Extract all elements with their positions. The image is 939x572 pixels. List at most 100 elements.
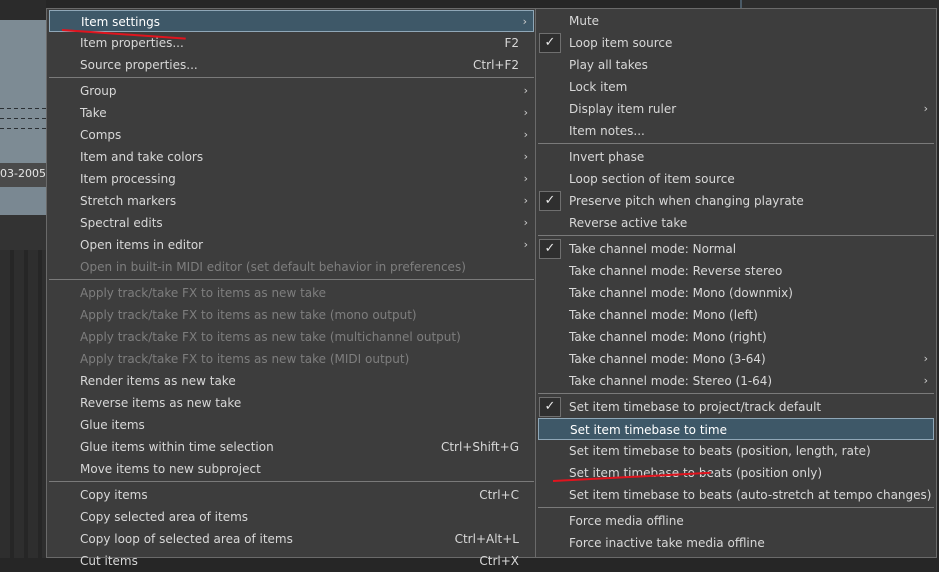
menu-item-take-channel-mode-mono-right[interactable]: Take channel mode: Mono (right)	[538, 326, 934, 348]
chevron-right-icon: ›	[523, 238, 528, 251]
menu-item-item-processing[interactable]: Item processing ›	[49, 168, 534, 190]
menu-item-label: Set item timebase to beats (position, le…	[569, 444, 871, 458]
menu-item-take-channel-mode-stereo-1-64[interactable]: Take channel mode: Stereo (1-64) ›	[538, 370, 934, 392]
menu-item-label: Glue items within time selection	[80, 440, 274, 454]
menu-item-reverse-active-take[interactable]: Reverse active take	[538, 212, 934, 234]
menu-item-label: Take channel mode: Normal	[569, 242, 737, 256]
menu-item-cut-items[interactable]: Cut items Ctrl+X	[49, 550, 534, 572]
checkmark-icon: ✓	[539, 33, 561, 53]
menu-item-label: Set item timebase to beats (auto-stretch…	[569, 488, 932, 502]
menu-item-stretch-markers[interactable]: Stretch markers ›	[49, 190, 534, 212]
menu-item-set-item-timebase-to-project-track-default[interactable]: ✓ Set item timebase to project/track defa…	[538, 396, 934, 418]
menu-item-copy-items[interactable]: Copy items Ctrl+C	[49, 484, 534, 506]
menu-item-item-settings[interactable]: Item settings ›	[49, 10, 534, 32]
menu-item-label: Group	[80, 84, 117, 98]
chevron-right-icon: ›	[523, 216, 528, 229]
menu-item-loop-item-source[interactable]: ✓ Loop item source	[538, 32, 934, 54]
track-lane	[0, 215, 46, 250]
menu-item-loop-section-of-item-source[interactable]: Loop section of item source	[538, 168, 934, 190]
menu-item-open-items-in-editor[interactable]: Open items in editor ›	[49, 234, 534, 256]
menu-item-render-items-as-new-take[interactable]: Render items as new take	[49, 370, 534, 392]
menu-item-label: Open in built-in MIDI editor (set defaul…	[80, 260, 466, 274]
menu-item-label: Item settings	[81, 15, 160, 29]
menu-item-take-channel-mode-reverse-stereo[interactable]: Take channel mode: Reverse stereo	[538, 260, 934, 282]
menu-item-label: Preserve pitch when changing playrate	[569, 194, 804, 208]
menu-item-label: Set item timebase to project/track defau…	[569, 400, 822, 414]
menu-item-label: Apply track/take FX to items as new take	[80, 286, 327, 300]
menu-item-label: Glue items	[80, 418, 145, 432]
menu-item-invert-phase[interactable]: Invert phase	[538, 146, 934, 168]
menu-item-set-item-timebase-to-beats-position-length-rate[interactable]: Set item timebase to beats (position, le…	[538, 440, 934, 462]
menu-item-label: Mute	[569, 14, 600, 28]
menu-item-display-item-ruler[interactable]: Display item ruler ›	[538, 98, 934, 120]
menu-item-label: Take channel mode: Mono (3-64)	[569, 352, 766, 366]
menu-item-label: Item processing	[80, 172, 176, 186]
menu-item-label: Take channel mode: Mono (downmix)	[569, 286, 793, 300]
chevron-right-icon: ›	[523, 84, 528, 97]
menu-item-take-channel-mode-normal[interactable]: ✓ Take channel mode: Normal	[538, 238, 934, 260]
menu-item-take-channel-mode-mono-downmix[interactable]: Take channel mode: Mono (downmix)	[538, 282, 934, 304]
menu-item-lock-item[interactable]: Lock item	[538, 76, 934, 98]
menu-item-force-media-offline[interactable]: Force media offline	[538, 510, 934, 532]
menu-item-take[interactable]: Take ›	[49, 102, 534, 124]
menu-separator	[49, 77, 534, 78]
menu-item-play-all-takes[interactable]: Play all takes	[538, 54, 934, 76]
menu-item-copy-loop-of-selected-area-of-items[interactable]: Copy loop of selected area of items Ctrl+…	[49, 528, 534, 550]
menu-item-shortcut: F2	[504, 36, 519, 50]
menu-item-preserve-pitch-when-changing-playrate[interactable]: ✓ Preserve pitch when changing playrate	[538, 190, 934, 212]
checkmark-icon: ✓	[539, 397, 561, 417]
menu-item-set-item-timebase-to-beats-auto-stretch-at-tempo-changes[interactable]: Set item timebase to beats (auto-stretch…	[538, 484, 934, 506]
menu-item-glue-items-within-time-selection[interactable]: Glue items within time selection Ctrl+Shi…	[49, 436, 534, 458]
menu-item-label: Copy loop of selected area of items	[80, 532, 293, 546]
menu-item-label: Force media offline	[569, 514, 684, 528]
menu-item-item-notes[interactable]: Item notes...	[538, 120, 934, 142]
chevron-right-icon: ›	[522, 15, 527, 28]
menu-item-label: Take channel mode: Reverse stereo	[569, 264, 783, 278]
chevron-right-icon: ›	[523, 194, 528, 207]
checkmark-icon: ✓	[539, 191, 561, 211]
chevron-right-icon: ›	[523, 172, 528, 185]
item-context-menu: Item settings › Item properties... F2 Source…	[46, 8, 537, 568]
menu-item-force-inactive-take-media-offline[interactable]: Force inactive take media offline	[538, 532, 934, 554]
menu-item-label: Move items to new subproject	[80, 462, 261, 476]
arrange-view-background: 03-20050	[0, 0, 46, 558]
menu-item-reverse-items-as-new-take[interactable]: Reverse items as new take	[49, 392, 534, 414]
track-lane-empty	[0, 250, 46, 558]
menu-item-shortcut: Ctrl+Shift+G	[440, 440, 519, 454]
menu-item-take-channel-mode-mono-left[interactable]: Take channel mode: Mono (left)	[538, 304, 934, 326]
menu-item-label: Stretch markers	[80, 194, 177, 208]
menu-item-set-item-timebase-to-time[interactable]: Set item timebase to time	[538, 418, 934, 440]
menu-item-shortcut: Ctrl+C	[479, 488, 519, 502]
menu-item-apply-track-take-fx-to-items-as-new-take-mono-output: Apply track/take FX to items as new take…	[49, 304, 534, 326]
menu-item-label: Display item ruler	[569, 102, 677, 116]
menu-item-label: Apply track/take FX to items as new take…	[80, 352, 410, 366]
menu-item-label: Copy selected area of items	[80, 510, 249, 524]
menu-item-shortcut: Ctrl+X	[479, 554, 519, 568]
menu-item-take-channel-mode-mono-3-64[interactable]: Take channel mode: Mono (3-64) ›	[538, 348, 934, 370]
menu-item-open-in-built-in-midi-editor-set-default-behavior-in-preferences: Open in built-in MIDI editor (set defaul…	[49, 256, 534, 278]
menu-item-apply-track-take-fx-to-items-as-new-take: Apply track/take FX to items as new take	[49, 282, 534, 304]
chevron-right-icon: ›	[523, 128, 528, 141]
menu-item-set-item-timebase-to-beats-position-only[interactable]: Set item timebase to beats (position onl…	[538, 462, 934, 484]
menu-item-label: Set item timebase to time	[570, 423, 727, 437]
menu-separator	[538, 235, 934, 236]
menu-item-label: Invert phase	[569, 150, 645, 164]
menu-item-mute[interactable]: Mute	[538, 10, 934, 32]
menu-item-label: Take channel mode: Mono (left)	[569, 308, 758, 322]
menu-item-source-properties[interactable]: Source properties... Ctrl+F2	[49, 54, 534, 76]
menu-item-copy-selected-area-of-items[interactable]: Copy selected area of items	[49, 506, 534, 528]
menu-item-label: Render items as new take	[80, 374, 236, 388]
menu-item-comps[interactable]: Comps ›	[49, 124, 534, 146]
media-item-lower[interactable]	[0, 187, 46, 215]
menu-separator	[538, 507, 934, 508]
menu-item-item-properties[interactable]: Item properties... F2	[49, 32, 534, 54]
menu-item-spectral-edits[interactable]: Spectral edits ›	[49, 212, 534, 234]
media-item[interactable]	[0, 20, 46, 163]
menu-item-group[interactable]: Group ›	[49, 80, 534, 102]
menu-item-label: Play all takes	[569, 58, 648, 72]
menu-item-glue-items[interactable]: Glue items	[49, 414, 534, 436]
menu-item-item-and-take-colors[interactable]: Item and take colors ›	[49, 146, 534, 168]
menu-item-label: Take	[80, 106, 107, 120]
menu-item-label: Loop item source	[569, 36, 673, 50]
menu-item-move-items-to-new-subproject[interactable]: Move items to new subproject	[49, 458, 534, 480]
